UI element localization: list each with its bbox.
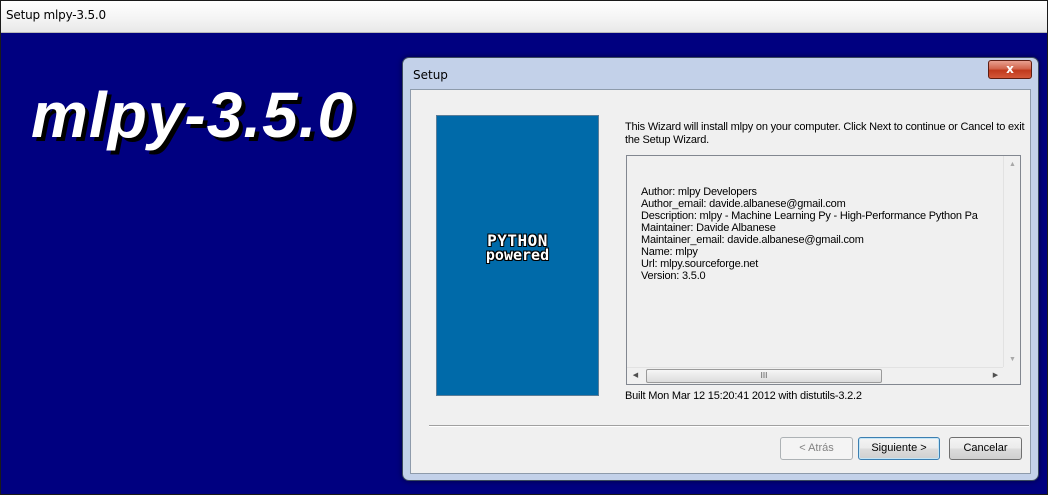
logo-powered-text: powered — [485, 246, 550, 264]
wizard-intro-text: This Wizard will install mlpy on your co… — [625, 121, 1025, 146]
scroll-left-arrow-icon[interactable]: ◀ — [627, 368, 644, 384]
cancel-button[interactable]: Cancelar — [949, 437, 1022, 460]
dialog-title: Setup — [413, 68, 448, 82]
package-info-textbox[interactable]: Author: mlpy Developers Author_email: da… — [626, 155, 1021, 385]
build-info-text: Built Mon Mar 12 15:20:41 2012 with dist… — [625, 390, 862, 402]
info-line-name: Name: mlpy — [641, 246, 698, 258]
horizontal-scroll-thumb[interactable]: III — [646, 369, 882, 383]
scroll-thumb-grip-icon: III — [760, 371, 768, 380]
outer-titlebar[interactable]: Setup mlpy-3.5.0 — [1, 1, 1047, 33]
installer-window: Setup mlpy-3.5.0 mlpy-3.5.0 Setup x PYTH… — [0, 0, 1048, 495]
info-line-author: Author: mlpy Developers — [641, 186, 757, 198]
info-line-version: Version: 3.5.0 — [641, 270, 706, 282]
next-button[interactable]: Siguiente > — [858, 437, 940, 460]
package-info-lines: Author: mlpy Developers Author_email: da… — [641, 186, 1002, 282]
info-line-author-email: Author_email: davide.albanese@gmail.com — [641, 198, 846, 210]
dialog-content: PYTHON powered This Wizard will install … — [410, 89, 1031, 474]
info-line-maintainer: Maintainer: Davide Albanese — [641, 222, 776, 234]
scroll-up-arrow-icon[interactable]: ▲ — [1004, 156, 1021, 173]
outer-window-title: Setup mlpy-3.5.0 — [6, 8, 106, 22]
horizontal-scrollbar[interactable]: ◀ III ▶ — [627, 367, 1004, 384]
close-icon: x — [1006, 62, 1014, 76]
scroll-down-arrow-icon[interactable]: ▼ — [1004, 351, 1021, 368]
info-line-url: Url: mlpy.sourceforge.net — [641, 258, 759, 270]
close-button[interactable]: x — [988, 60, 1032, 79]
banner-title: mlpy-3.5.0 — [31, 79, 355, 151]
info-line-description: Description: mlpy - Machine Learning Py … — [641, 210, 978, 222]
dialog-titlebar[interactable]: Setup x — [403, 58, 1038, 90]
scroll-right-arrow-icon[interactable]: ▶ — [987, 368, 1004, 384]
scrollbar-corner — [1003, 367, 1020, 384]
python-powered-logo: PYTHON powered — [436, 115, 599, 396]
button-separator — [429, 425, 1029, 427]
vertical-scrollbar[interactable]: ▲ ▼ — [1003, 156, 1020, 368]
back-button[interactable]: < Atrás — [780, 437, 853, 460]
info-line-maintainer-email: Maintainer_email: davide.albanese@gmail.… — [641, 234, 864, 246]
setup-dialog: Setup x PYTHON powered This Wizard will … — [402, 57, 1039, 481]
